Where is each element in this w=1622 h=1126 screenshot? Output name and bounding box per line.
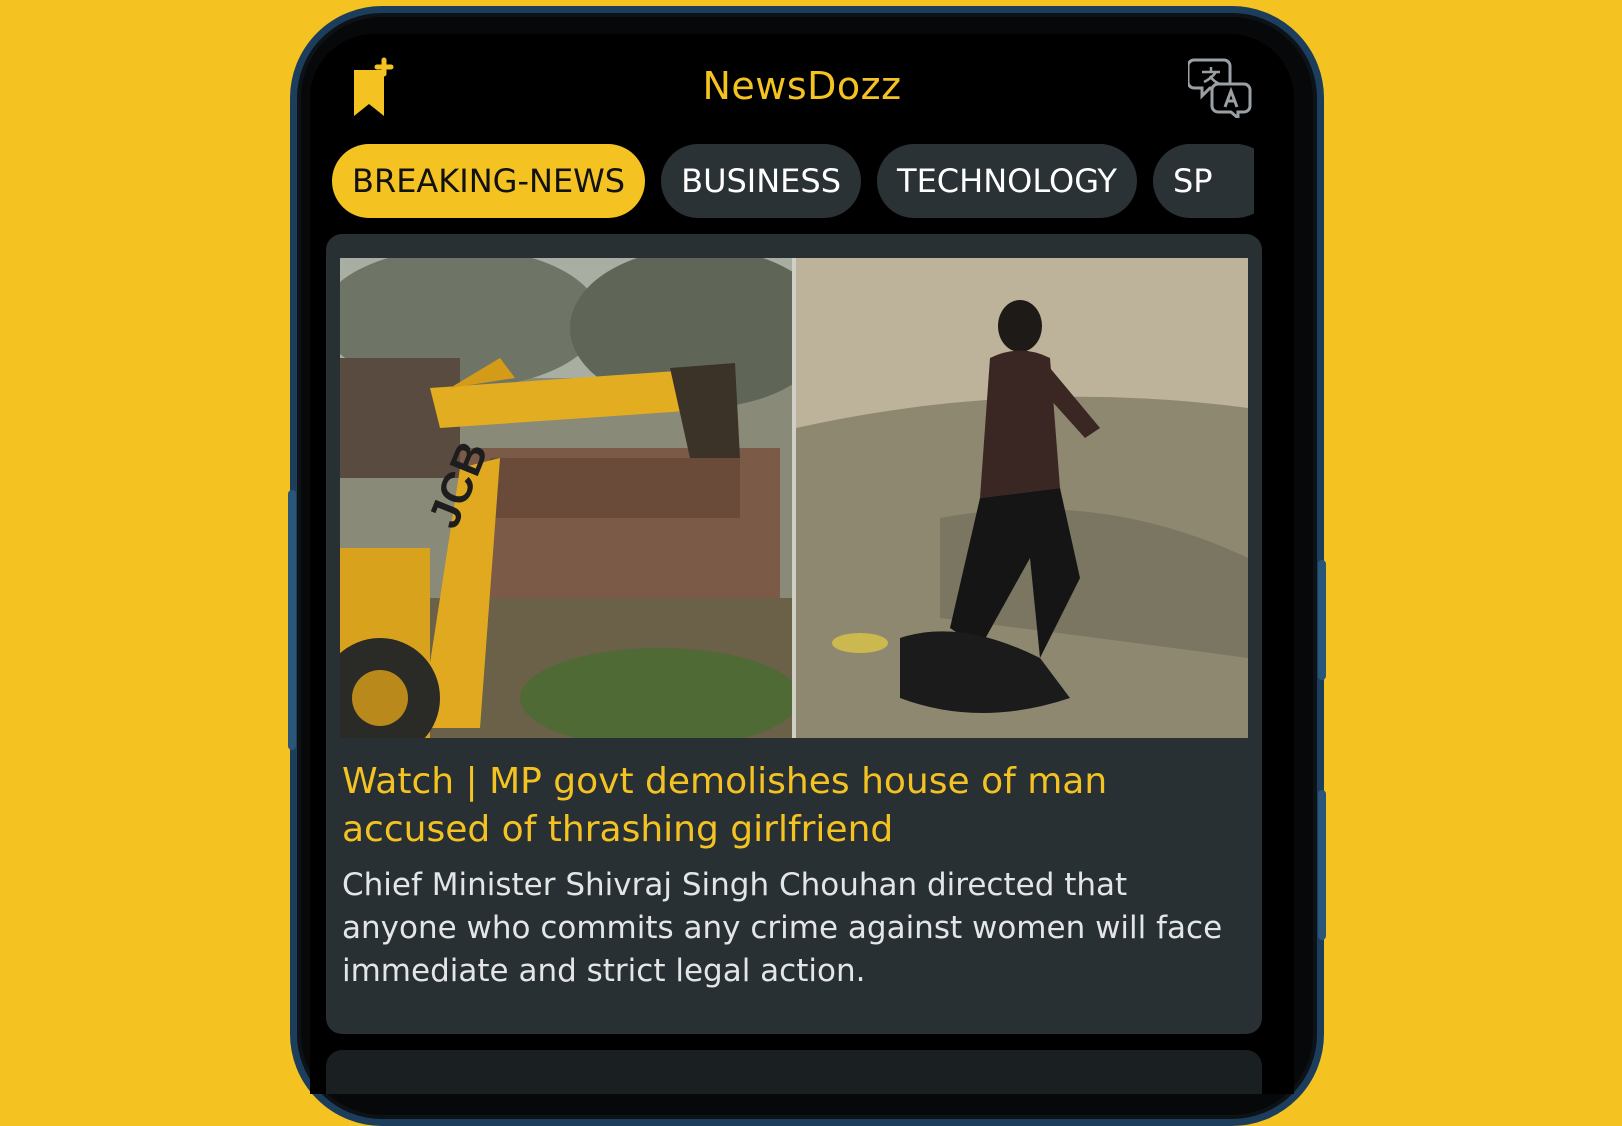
article-headline[interactable]: Watch | MP govt demolishes house of man …: [342, 758, 1222, 854]
category-tabs: BREAKING-NEWS BUSINESS TECHNOLOGY SP: [332, 144, 1254, 220]
tab-business[interactable]: BUSINESS: [661, 144, 862, 218]
phone-left-button: [288, 490, 296, 750]
app-screen: NewsDozz BREAKING-NEWS BUSINESS TECHNOLO…: [310, 34, 1294, 1094]
translate-icon[interactable]: [1186, 52, 1254, 122]
app-title: NewsDozz: [702, 64, 902, 108]
top-bar: NewsDozz: [310, 34, 1294, 152]
phone-side-button: [1318, 560, 1326, 680]
article-summary: Chief Minister Shivraj Singh Chouhan dir…: [342, 867, 1223, 989]
phone-volume-button: [1318, 790, 1326, 940]
tab-breaking-news[interactable]: BREAKING-NEWS: [332, 144, 646, 218]
news-image[interactable]: JCB: [340, 258, 1248, 738]
tab-technology[interactable]: TECHNOLOGY: [877, 144, 1137, 218]
news-card[interactable]: JCB Watch | MP govt demolishes house of …: [326, 234, 1262, 1034]
next-card-peek: [326, 1050, 1262, 1094]
tab-sports[interactable]: SP: [1152, 144, 1254, 218]
